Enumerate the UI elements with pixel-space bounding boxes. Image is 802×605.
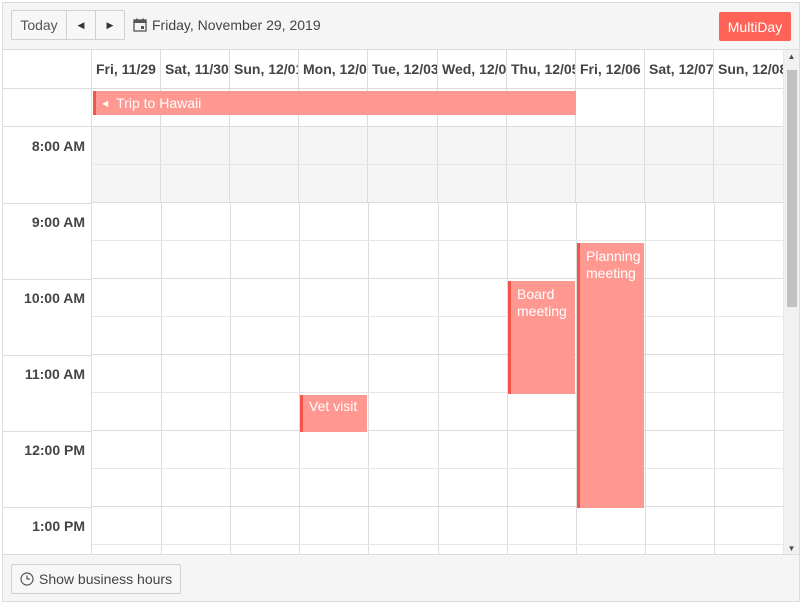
time-slot [92, 507, 784, 545]
time-slot [92, 127, 784, 165]
multiday-view-button[interactable]: MultiDay [719, 12, 791, 41]
scheduler-toolbar: Today ◀ ▶ Friday, November 29, 2019 Mult… [3, 3, 799, 50]
day-header[interactable]: Sun, 12/08 [714, 50, 784, 88]
triangle-right-icon: ▶ [106, 19, 114, 30]
all-day-cell[interactable] [576, 89, 645, 126]
day-header[interactable]: Wed, 12/04 [438, 50, 507, 88]
time-label: 12:00 PM [24, 442, 85, 458]
time-slot [92, 469, 784, 507]
time-slot [92, 279, 784, 317]
all-day-gutter [3, 89, 92, 126]
time-label: 1:00 PM [32, 518, 85, 534]
event-board-meeting[interactable]: Board meeting [508, 281, 575, 394]
time-label: 11:00 AM [24, 366, 85, 382]
triangle-left-icon: ◀ [77, 19, 85, 30]
day-header[interactable]: Sat, 12/07 [645, 50, 714, 88]
scrollbar-thumb[interactable] [787, 70, 797, 307]
day-header[interactable]: Thu, 12/05 [507, 50, 576, 88]
time-slot [92, 317, 784, 355]
time-label: 8:00 AM [31, 138, 85, 154]
all-day-event[interactable]: ◀ Trip to Hawaii [93, 91, 576, 115]
continues-left-icon: ◀ [102, 98, 109, 108]
scheduler-footer: Show business hours [3, 554, 799, 601]
time-slot [92, 431, 784, 469]
vertical-scrollbar[interactable]: ▲ ▼ [783, 50, 799, 555]
previous-button[interactable]: ◀ [67, 10, 96, 40]
navigation-group: Today ◀ ▶ [11, 10, 125, 40]
all-day-cell[interactable] [645, 89, 714, 126]
show-business-hours-label: Show business hours [39, 571, 173, 587]
show-business-hours-button[interactable]: Show business hours [11, 564, 182, 594]
all-day-row: ◀ Trip to Hawaii [3, 89, 799, 127]
day-header[interactable]: Fri, 12/06 [576, 50, 645, 88]
event-title: Vet visit [309, 398, 358, 414]
event-title: Planning meeting [586, 248, 641, 281]
current-date-picker[interactable]: Friday, November 29, 2019 [133, 17, 321, 33]
day-header[interactable]: Fri, 11/29 [92, 50, 161, 88]
time-label: 10:00 AM [24, 290, 85, 306]
day-header[interactable]: Tue, 12/03 [368, 50, 438, 88]
scheduler: Today ◀ ▶ Friday, November 29, 2019 Mult… [2, 2, 800, 602]
next-button[interactable]: ▶ [96, 10, 125, 40]
time-slot [92, 241, 784, 279]
day-header[interactable]: Sat, 11/30 [161, 50, 230, 88]
time-label: 9:00 AM [31, 214, 85, 230]
scroll-up-icon[interactable]: ▲ [784, 52, 799, 61]
day-header[interactable]: Sun, 12/01 [230, 50, 299, 88]
time-slot [92, 355, 784, 393]
event-planning-meeting[interactable]: Planning meeting [577, 243, 644, 508]
time-slot [92, 165, 784, 203]
time-gutter [3, 127, 92, 555]
time-slot [92, 393, 784, 431]
date-header: Fri, 11/29 Sat, 11/30 Sun, 12/01 Mon, 12… [3, 50, 799, 89]
time-grid: 8:00 AM 9:00 AM 10:00 AM 11:00 AM 12:00 … [3, 127, 784, 555]
header-gutter [3, 50, 92, 88]
event-title: Board meeting [517, 286, 567, 319]
scroll-down-icon[interactable]: ▼ [784, 544, 799, 553]
day-header[interactable]: Mon, 12/02 [299, 50, 368, 88]
today-button[interactable]: Today [11, 10, 67, 40]
time-slot [92, 203, 784, 241]
all-day-cell[interactable] [714, 89, 784, 126]
current-date-label: Friday, November 29, 2019 [152, 17, 321, 33]
event-title: Trip to Hawaii [116, 95, 202, 111]
clock-icon [20, 572, 34, 586]
calendar-icon [133, 18, 147, 32]
event-vet-visit[interactable]: Vet visit [300, 395, 367, 432]
